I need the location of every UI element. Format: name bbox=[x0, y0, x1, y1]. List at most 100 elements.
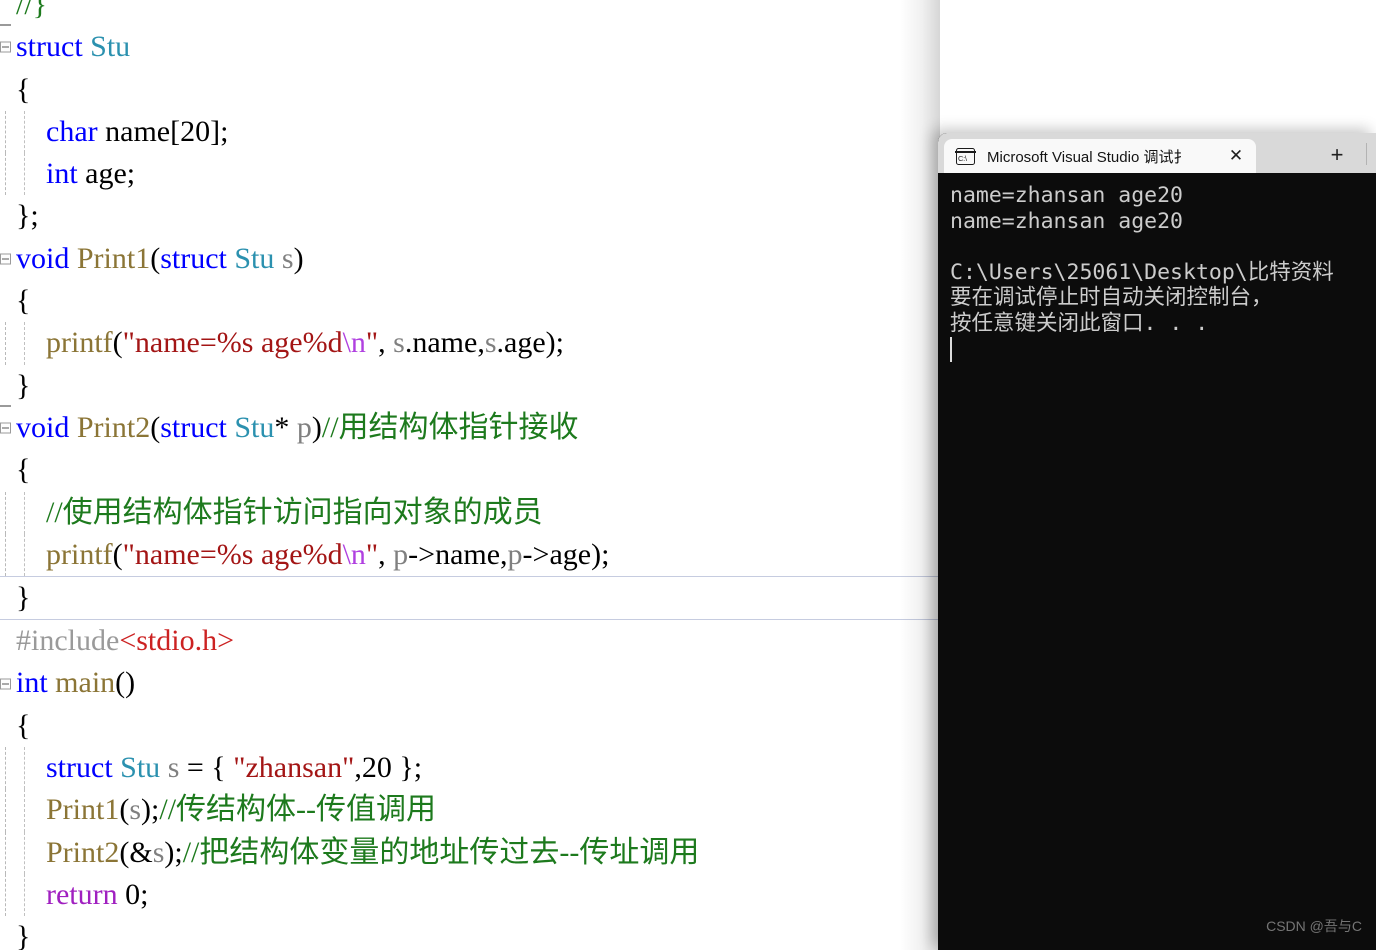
code-line-text: Print2(&s);//把结构体变量的地址传过去--传址调用 bbox=[16, 836, 699, 869]
code-token-type: Stu bbox=[90, 30, 131, 64]
console-title-bar[interactable]: C:\ Microsoft Visual Studio 调试扌 ✕ + bbox=[938, 133, 1376, 173]
outline-gutter bbox=[0, 831, 16, 874]
code-token-cmt: //把结构体变量的地址传过去--传址调用 bbox=[182, 835, 700, 869]
outline-vertical-guide bbox=[5, 153, 6, 196]
code-token-var: s bbox=[152, 835, 165, 869]
outline-gutter bbox=[0, 449, 16, 491]
code-token-type: Stu bbox=[120, 751, 161, 785]
code-token-punc: ); bbox=[141, 793, 160, 827]
close-icon[interactable]: ✕ bbox=[1226, 146, 1246, 166]
code-token-punc: { bbox=[16, 72, 31, 106]
code-token-cmt: //传结构体--传值调用 bbox=[159, 793, 437, 827]
code-line-text: { bbox=[16, 709, 30, 742]
collapse-minus-icon[interactable] bbox=[0, 253, 11, 265]
code-token-plain: 0; bbox=[117, 877, 149, 911]
code-line[interactable]: //使用结构体指针访问指向对象的成员 bbox=[0, 491, 940, 534]
code-token-punc: ( bbox=[150, 410, 161, 444]
console-output-line: 按任意键关闭此窗口. . . bbox=[950, 310, 1209, 336]
console-output-line: name=zhansan age20 bbox=[950, 208, 1183, 234]
code-line[interactable]: struct Stu s = { "zhansan",20 }; bbox=[0, 747, 940, 790]
indent-guide bbox=[24, 533, 25, 577]
outline-vertical-guide bbox=[5, 789, 6, 832]
collapse-minus-icon[interactable] bbox=[0, 422, 11, 434]
code-line-text: int age; bbox=[16, 157, 135, 190]
code-line-text: //使用结构体指针访问指向对象的成员 bbox=[16, 496, 543, 529]
code-token-punc: ); bbox=[164, 835, 183, 869]
terminal-cmd-icon: C:\ bbox=[955, 147, 976, 165]
code-token-kw: int bbox=[46, 157, 78, 191]
code-token-kw: void bbox=[16, 241, 70, 275]
code-line-text: } bbox=[16, 369, 30, 402]
code-token-kw: void bbox=[16, 410, 70, 444]
code-line[interactable]: Print1(s);//传结构体--传值调用 bbox=[0, 789, 940, 832]
outline-vertical-guide bbox=[5, 322, 6, 365]
code-line[interactable]: } bbox=[0, 576, 940, 621]
code-line[interactable]: struct Stu bbox=[0, 26, 940, 68]
code-token-var: s bbox=[281, 241, 294, 275]
code-line[interactable]: { bbox=[0, 280, 940, 322]
code-token-kw: char bbox=[46, 114, 98, 148]
code-token-esc: \n bbox=[342, 326, 366, 360]
outline-gutter bbox=[0, 533, 16, 577]
code-token-fn: printf bbox=[46, 537, 113, 571]
outline-gutter bbox=[0, 280, 16, 322]
indent-guide bbox=[24, 831, 25, 874]
indent-guide bbox=[24, 322, 25, 365]
code-line[interactable]: { bbox=[0, 705, 940, 747]
code-line[interactable]: printf("name=%s age%d\n", p->name,p->age… bbox=[0, 533, 940, 577]
outline-vertical-guide bbox=[5, 533, 6, 577]
debug-console-window[interactable]: C:\ Microsoft Visual Studio 调试扌 ✕ + name… bbox=[938, 133, 1376, 950]
collapse-minus-icon[interactable] bbox=[0, 678, 11, 690]
code-line-text: { bbox=[16, 453, 30, 486]
code-line[interactable]: //} bbox=[0, 0, 940, 27]
console-output-area[interactable]: name=zhansan age20 name=zhansan age20 C:\… bbox=[938, 173, 1376, 950]
code-token-plain: .name, bbox=[404, 326, 485, 360]
collapse-minus-icon[interactable] bbox=[0, 41, 11, 53]
code-line[interactable]: Print2(&s);//把结构体变量的地址传过去--传址调用 bbox=[0, 831, 940, 874]
code-line[interactable]: } bbox=[0, 365, 940, 407]
code-editor-pane[interactable]: //} struct Stu { char name[20]; int age;};… bbox=[0, 0, 940, 950]
code-line-text: printf("name=%s age%d\n", s.name,s.age); bbox=[16, 326, 564, 359]
code-token-ppstr: <stdio.h> bbox=[119, 624, 234, 658]
outline-gutter bbox=[0, 491, 16, 534]
indent-guide bbox=[24, 153, 25, 196]
code-line[interactable]: }; bbox=[0, 195, 940, 237]
code-token-punc: } bbox=[16, 581, 31, 615]
code-line-text: { bbox=[16, 73, 30, 106]
code-token-plain: .age bbox=[496, 326, 546, 360]
tab-bar-divider bbox=[1366, 143, 1367, 165]
code-line[interactable]: int age; bbox=[0, 153, 940, 196]
new-tab-button[interactable]: + bbox=[1324, 142, 1350, 168]
code-token-fn: main bbox=[55, 666, 116, 700]
code-token-str: "name=%s age%d bbox=[122, 326, 343, 360]
code-line[interactable]: char name[20]; bbox=[0, 110, 940, 154]
code-line[interactable]: printf("name=%s age%d\n", s.name,s.age); bbox=[0, 322, 940, 365]
code-line-text: #include<stdio.h> bbox=[16, 624, 234, 657]
code-line[interactable]: { bbox=[0, 69, 940, 111]
code-token-punc: { bbox=[16, 453, 31, 487]
outline-vertical-guide bbox=[5, 110, 6, 154]
indent-guide bbox=[24, 110, 25, 154]
code-line[interactable]: } bbox=[0, 916, 940, 950]
code-token-str: "zhansan" bbox=[233, 751, 355, 785]
code-line[interactable]: void Print1(struct Stu s) bbox=[0, 238, 940, 280]
code-line-text: void Print1(struct Stu s) bbox=[16, 242, 304, 275]
code-token-kw: struct bbox=[160, 410, 235, 444]
outline-vertical-guide bbox=[5, 831, 6, 874]
code-token-punc: ,20 }; bbox=[354, 751, 423, 785]
code-line[interactable]: { bbox=[0, 449, 940, 491]
outline-gutter bbox=[0, 620, 16, 662]
code-line[interactable]: void Print2(struct Stu* p)//用结构体指针接收 bbox=[0, 407, 940, 449]
code-line[interactable]: int main() bbox=[0, 662, 940, 704]
outline-gutter bbox=[0, 365, 16, 407]
code-token-str: "name=%s age%d bbox=[122, 537, 343, 571]
console-tab[interactable]: C:\ Microsoft Visual Studio 调试扌 ✕ bbox=[944, 139, 1256, 173]
code-token-kw: struct bbox=[16, 30, 91, 64]
code-line[interactable]: #include<stdio.h> bbox=[0, 620, 940, 662]
code-line-text: return 0; bbox=[16, 878, 148, 911]
code-line[interactable]: return 0; bbox=[0, 873, 940, 917]
